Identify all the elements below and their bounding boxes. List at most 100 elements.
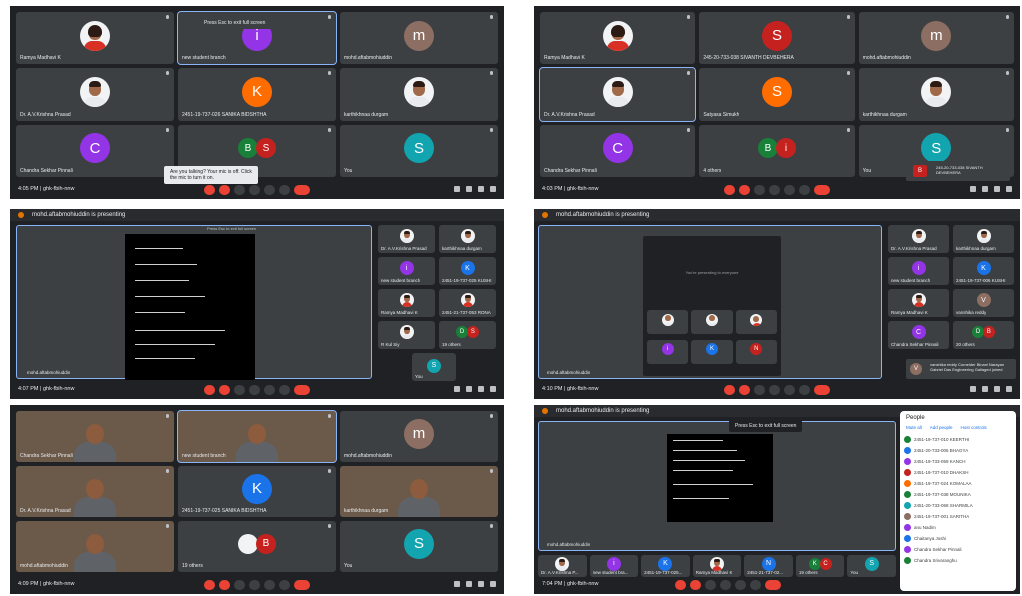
chat-icon[interactable] — [994, 186, 1000, 192]
camera-button[interactable] — [739, 185, 750, 195]
participant-tile[interactable]: Ramya Madhavi K — [378, 289, 435, 317]
participant-tile[interactable]: S 245-20-733-038 SIVANTH DEVBEHERA — [699, 12, 855, 65]
people-list-item[interactable]: Chandra Sekhar Pinnali — [900, 544, 1016, 555]
mic-button[interactable] — [204, 385, 215, 395]
people-list-item[interactable]: 2451-19-737-024 KOMALAA — [900, 478, 1016, 489]
raise-hand-button[interactable] — [769, 185, 780, 195]
mic-button[interactable] — [204, 580, 215, 590]
captions-button[interactable] — [234, 580, 245, 590]
chat-icon[interactable] — [994, 386, 1000, 392]
people-list-item[interactable]: Chandra Srivaranghu — [900, 555, 1016, 566]
camera-button[interactable] — [739, 385, 750, 395]
info-icon[interactable] — [970, 386, 976, 392]
participant-tile[interactable]: Dr. A.V.Krishna Prasad — [538, 67, 697, 122]
participant-tile[interactable]: Dr. A.V.Krishna Prasad — [16, 466, 174, 517]
raise-hand-button[interactable] — [769, 385, 780, 395]
people-icon[interactable] — [466, 186, 472, 192]
mic-button[interactable] — [204, 185, 215, 195]
chat-icon[interactable] — [478, 581, 484, 587]
participant-tile[interactable]: m mohd.aftabmohiuddin — [340, 12, 498, 65]
camera-button[interactable] — [690, 580, 702, 590]
participant-tile[interactable]: D S 19 others — [439, 321, 496, 349]
camera-button[interactable] — [219, 580, 230, 590]
participant-tile[interactable]: karthikhnaa durgam — [340, 68, 498, 121]
more-options-button[interactable] — [750, 580, 762, 590]
present-button[interactable] — [264, 385, 275, 395]
more-options-button[interactable] — [279, 580, 290, 590]
raise-hand-button[interactable] — [720, 580, 732, 590]
activities-icon[interactable] — [1006, 186, 1012, 192]
participant-tile[interactable]: S You — [340, 521, 498, 572]
participant-tile[interactable]: karthikhnaa durgam — [340, 466, 498, 517]
participant-tile[interactable]: m mohd.aftabmohiuddin — [858, 12, 1014, 65]
participant-tile[interactable]: Dr. A.V.Krishna P... — [538, 555, 587, 577]
people-list-item[interactable]: 2451-19-737-038 MOUNIKA — [900, 489, 1016, 500]
participant-tile[interactable]: Ramya Madhavi K — [16, 12, 174, 65]
participant-tile[interactable]: K 2451-19-737-025... — [641, 555, 690, 577]
people-list-item[interactable]: 2451-20-733-006 BHAGYA — [900, 445, 1016, 456]
participant-tile[interactable]: Dr. A.V.Krishna Prasad — [378, 225, 435, 253]
people-list-item[interactable]: Chaitanya Joshi — [900, 533, 1016, 544]
people-list-item[interactable]: 2451-19-733-059 KANCH — [900, 456, 1016, 467]
participant-tile[interactable]: S Satyasa Simukh — [699, 68, 855, 121]
end-call-button[interactable] — [294, 580, 310, 590]
mic-button[interactable] — [724, 185, 735, 195]
end-call-button[interactable] — [294, 185, 310, 195]
people-icon[interactable] — [982, 386, 988, 392]
captions-button[interactable] — [234, 385, 245, 395]
chat-icon[interactable] — [478, 386, 484, 392]
more-options-button[interactable] — [799, 385, 810, 395]
participant-tile[interactable]: Bi 4 others — [699, 124, 855, 177]
people-icon[interactable] — [466, 386, 472, 392]
camera-button[interactable] — [219, 385, 230, 395]
people-list-item[interactable]: anu Nadim — [900, 522, 1016, 533]
camera-button[interactable] — [219, 185, 230, 195]
participant-tile[interactable]: Ramya Madhavi K — [888, 289, 949, 317]
participant-tile[interactable]: Ramya Madhavi K — [692, 555, 742, 577]
participant-tile[interactable]: R Kul Siy — [378, 321, 435, 349]
participant-tile[interactable]: K 2451-19-737-006 KUSHI — [953, 257, 1014, 285]
participant-tile[interactable]: i new student bra... — [589, 555, 639, 577]
captions-button[interactable] — [234, 185, 245, 195]
participant-tile[interactable]: K C 19 others — [795, 555, 845, 577]
participant-tile[interactable]: i new student branch — [378, 257, 435, 285]
info-icon[interactable] — [454, 581, 460, 587]
present-button[interactable] — [264, 580, 275, 590]
participant-tile[interactable]: K 2451-19-737-026 SANIKA BIDSHTHA — [178, 68, 336, 121]
activities-icon[interactable] — [490, 386, 496, 392]
participant-tile[interactable]: S You — [847, 555, 896, 577]
end-call-button[interactable] — [814, 185, 830, 195]
info-icon[interactable] — [970, 186, 976, 192]
people-panel-action[interactable]: Mute all — [906, 425, 922, 430]
participant-tile[interactable]: karthikhnaa durgam — [858, 68, 1014, 121]
end-call-button[interactable] — [294, 385, 310, 395]
participant-tile[interactable]: mohd.aftabmohiuddin — [16, 521, 174, 572]
participant-tile[interactable]: C Chandra Sekhar Pinnali — [540, 124, 696, 177]
participant-tile[interactable]: m mohd.aftabmohiuddin — [340, 411, 498, 462]
captions-button[interactable] — [754, 185, 765, 195]
raise-hand-button[interactable] — [249, 385, 260, 395]
people-icon[interactable] — [466, 581, 472, 587]
participant-tile[interactable]: i new student branch — [888, 257, 949, 285]
people-panel-action[interactable]: Host controls — [961, 425, 987, 430]
participant-tile[interactable]: Ramya Madhavi K — [540, 12, 696, 65]
participant-tile[interactable]: Dr. A.V.Krishna Prasad — [16, 68, 174, 121]
participant-tile[interactable]: Chandra Sekhar Pinnali — [16, 411, 174, 462]
more-options-button[interactable] — [279, 385, 290, 395]
present-button[interactable] — [784, 185, 795, 195]
participant-tile[interactable]: K 2451-19-737-025 SANIKA BIDSHTHA — [178, 466, 336, 517]
present-button[interactable] — [735, 580, 747, 590]
end-call-button[interactable] — [765, 580, 782, 590]
info-icon[interactable] — [454, 386, 460, 392]
captions-button[interactable] — [705, 580, 717, 590]
activities-icon[interactable] — [490, 186, 496, 192]
people-list-item[interactable]: 2451-19-737-010 KEERTHI — [900, 434, 1016, 445]
participant-tile[interactable]: D B 20 others — [953, 321, 1014, 349]
more-options-button[interactable] — [799, 185, 810, 195]
info-icon[interactable] — [454, 186, 460, 192]
participant-tile[interactable]: N 2451-21-737-02... — [744, 555, 793, 577]
participant-tile[interactable]: Vvanshika reddy — [953, 289, 1014, 317]
end-call-button[interactable] — [814, 385, 830, 395]
raise-hand-button[interactable] — [249, 185, 260, 195]
participant-tile[interactable]: karthikhnaa durgam — [953, 225, 1014, 253]
